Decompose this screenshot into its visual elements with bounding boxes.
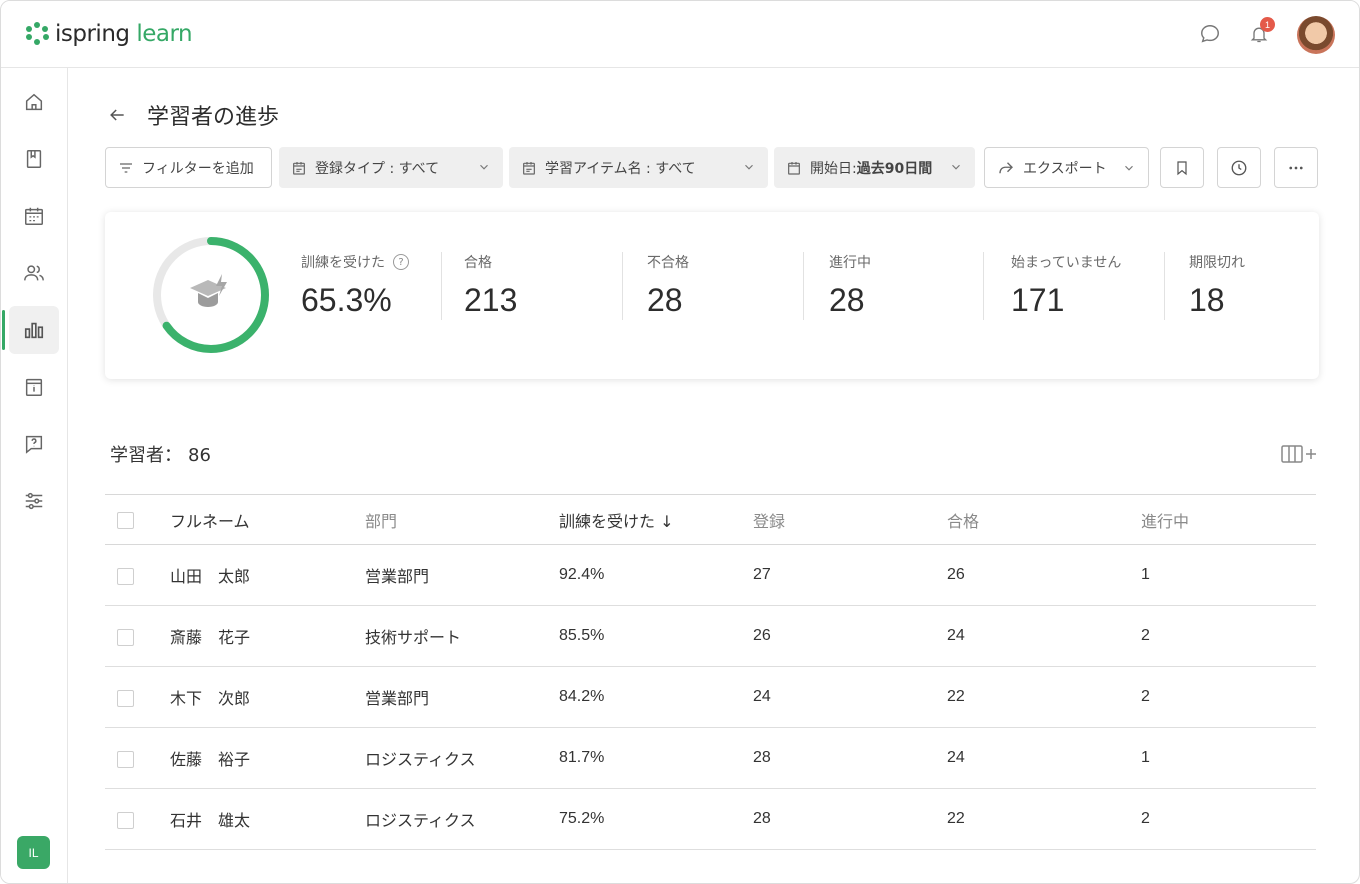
calendar-icon [291,160,307,176]
item-name-filter[interactable]: 学習アイテム名 : すべて [509,147,768,188]
learners-count: 学習者： 86 [110,445,211,466]
column-header-passed[interactable]: 合格 [947,494,1141,545]
app-window: ispring learn 1 IL 学習者の進歩 フィルターを追加 登録タイプ… [0,0,1360,884]
title-row: 学習者の進歩 [105,99,279,131]
stat-expired: 期限切れ 18 [1189,255,1245,318]
main-content: 学習者の進歩 フィルターを追加 登録タイプ : すべて 学習アイテム名: すべ… [69,69,1359,883]
column-header-full-name[interactable]: フルネーム [170,494,365,545]
user-initials-badge[interactable]: IL [17,836,50,869]
graduation-cap-icon [190,274,227,307]
settings-sliders-icon[interactable] [9,477,59,525]
clock-icon[interactable] [1217,147,1261,188]
table-row[interactable]: 木下 次郎 営業部門 84.2% 24 22 2 [105,666,1316,728]
logo[interactable]: ispring learn [25,19,193,49]
row-checkbox[interactable] [117,567,134,585]
chevron-down-icon [949,160,963,178]
home-icon[interactable] [9,78,59,126]
help-icon[interactable] [9,420,59,468]
chevron-down-icon [1122,161,1136,179]
users-icon[interactable] [9,249,59,297]
stat-not-started: 始まっていません 171 [1011,255,1122,318]
learners-table: フルネーム 部門 訓練を受けた ↓ 登録 合格 進行中 山田 太郎 営業部門 9… [105,494,1316,850]
stat-failed: 不合格 28 [647,255,689,318]
stat-passed: 合格 213 [464,255,518,318]
table-row[interactable]: 斎藤 花子 技術サポート 85.5% 26 24 2 [105,605,1316,667]
avatar[interactable] [1297,16,1335,54]
columns-add-icon[interactable] [1281,444,1319,468]
table-row[interactable]: 山田 太郎 営業部門 92.4% 27 26 1 [105,544,1316,606]
notification-badge: 1 [1260,17,1275,32]
sidebar: IL [1,68,68,883]
table-row[interactable]: 佐藤 裕子 ロジスティクス 81.7% 28 24 1 [105,727,1316,789]
row-checkbox[interactable] [117,689,134,707]
calendar-icon [786,160,802,176]
info-board-icon[interactable] [9,363,59,411]
calendar-icon [521,160,537,176]
chevron-down-icon [477,160,491,178]
column-header-in-progress[interactable]: 進行中 [1141,494,1316,545]
table-row[interactable]: 石井 雄太 ロジスティクス 75.2% 28 22 2 [105,788,1316,850]
start-date-filter[interactable]: 開始日: 過去90日間 [774,147,975,188]
column-header-enrolled[interactable]: 登録 [753,494,947,545]
column-header-department[interactable]: 部門 [365,494,559,545]
column-settings [1267,443,1319,469]
chat-icon[interactable] [1197,21,1223,47]
export-button[interactable]: エクスポート [984,147,1149,188]
row-checkbox[interactable] [117,811,134,829]
page-title: 学習者の進歩 [147,105,280,130]
bell-icon[interactable]: 1 [1246,17,1275,47]
training-progress-ring [150,234,272,356]
share-arrow-icon [997,159,1015,177]
stat-trained: 訓練を受けた? 65.3% [301,252,409,319]
row-checkbox[interactable] [117,628,134,646]
select-all-checkbox[interactable] [117,512,134,529]
logo-text: ispring learn [55,21,193,47]
row-checkbox[interactable] [117,750,134,768]
reports-icon[interactable] [2,306,59,354]
book-icon[interactable] [9,135,59,183]
enrollment-type-filter[interactable]: 登録タイプ : すべて [279,147,503,188]
filter-icon [118,160,134,176]
logo-icon [25,22,49,46]
stat-in-progress: 進行中 28 [829,255,871,318]
calendar-icon[interactable] [9,192,59,240]
top-bar: ispring learn 1 [1,1,1359,68]
table-header-row: フルネーム 部門 訓練を受けた ↓ 登録 合格 進行中 [105,494,1316,545]
column-header-trained[interactable]: 訓練を受けた ↓ [559,494,753,545]
bookmark-icon[interactable] [1160,147,1204,188]
chevron-down-icon [742,160,756,178]
add-filter-button[interactable]: フィルターを追加 [105,147,272,188]
help-icon[interactable]: ? [393,254,409,270]
more-options-icon[interactable] [1274,147,1318,188]
stats-card: 訓練を受けた? 65.3% 合格 213 不合格 28 進行中 28 始まってい… [105,212,1319,379]
arrow-left-icon[interactable] [105,103,129,127]
